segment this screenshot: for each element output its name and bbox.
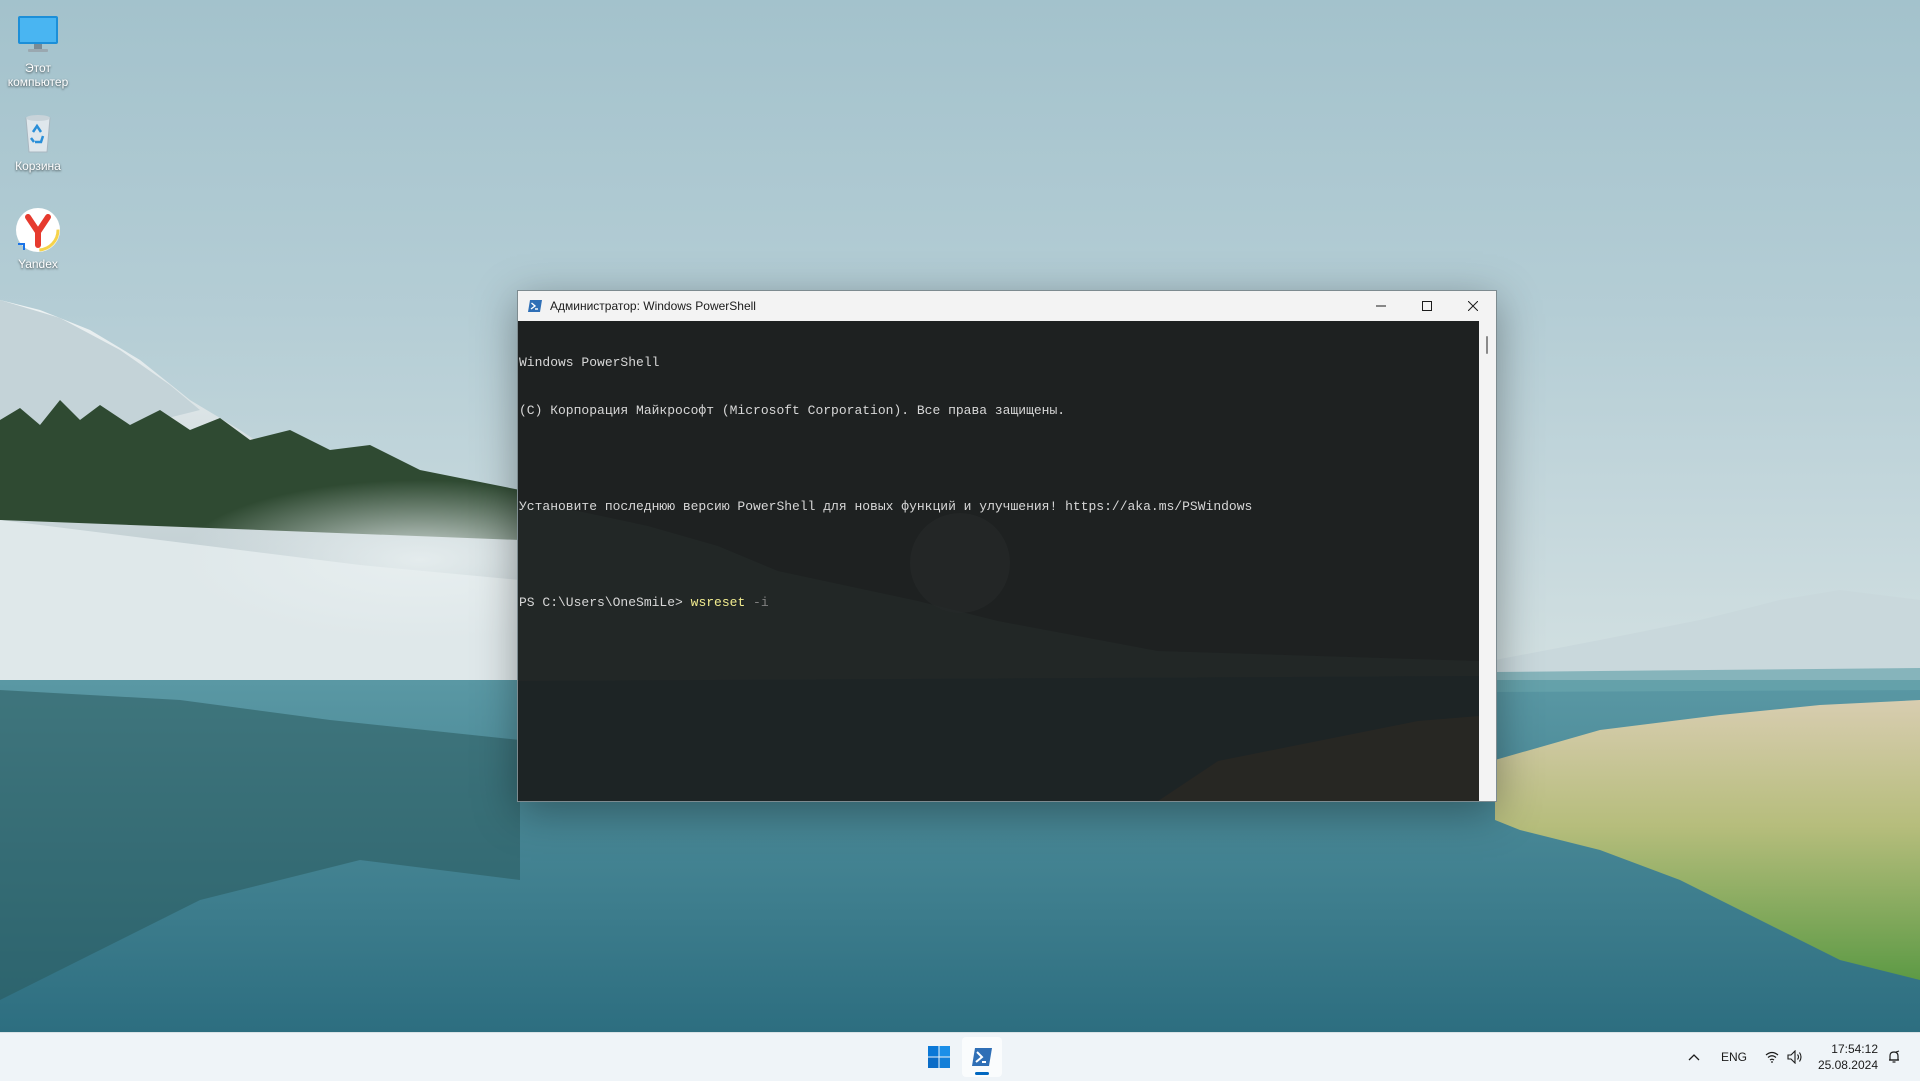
desktop-icon-this-pc[interactable]: Этот компьютер [2,10,74,89]
taskbar-clock[interactable]: 17:54:12 25.08.2024 [1818,1041,1878,1073]
desktop-icon-label: Этот компьютер [7,61,69,89]
desktop-icon-label: Yandex [18,257,58,271]
terminal-area[interactable]: Windows PowerShell (C) Корпорация Майкро… [518,321,1479,801]
close-icon [1468,301,1478,311]
clock-date: 25.08.2024 [1817,1058,1878,1072]
minimize-button[interactable] [1358,291,1404,321]
notification-bell-icon [1889,1050,1900,1063]
desktop-icon-yandex[interactable]: Yandex [2,206,74,271]
desktop-icon-label: Корзина [15,159,61,173]
wifi-button[interactable] [1762,1033,1782,1081]
window-titlebar[interactable]: Администратор: Windows PowerShell [518,291,1496,321]
window-title: Администратор: Windows PowerShell [550,299,756,313]
start-button[interactable] [919,1037,959,1077]
wifi-icon [1765,1051,1779,1063]
desktop-icon-recycle-bin[interactable]: Корзина [2,108,74,173]
active-app-indicator [975,1072,989,1075]
language-indicator[interactable]: ENG [1718,1033,1750,1081]
terminal-line-banner: Windows PowerShell [519,355,660,370]
maximize-icon [1422,301,1432,311]
show-hidden-icons-button[interactable] [1682,1033,1706,1081]
minimize-icon [1376,305,1386,307]
clock-time: 17:54:12 [1831,1042,1878,1056]
terminal-scrollbar[interactable] [1479,321,1496,801]
powershell-window[interactable]: Администратор: Windows PowerShell Window… [517,290,1497,802]
terminal-command: wsreset [690,595,746,610]
maximize-button[interactable] [1404,291,1450,321]
close-button[interactable] [1450,291,1496,321]
terminal-line-copyright: (C) Корпорация Майкрософт (Microsoft Cor… [519,403,1066,418]
terminal-line-update-notice: Установите последнюю версию PowerShell д… [519,499,1253,514]
chevron-up-icon [1688,1054,1700,1061]
taskbar: ENG 17:54:12 25.08.2024 [0,1032,1920,1081]
terminal-prompt-line[interactable]: PS C:\Users\OneSmiLe> wsreset -i [519,595,1252,611]
speaker-icon [1787,1050,1802,1064]
notifications-button[interactable] [1884,1033,1904,1081]
taskbar-powershell-button[interactable] [962,1037,1002,1077]
volume-button[interactable] [1784,1033,1806,1081]
powershell-icon [972,1048,992,1066]
yandex-browser-icon [14,206,62,254]
scrollbar-thumb[interactable] [1486,336,1488,354]
monitor-icon [14,10,62,58]
recycle-bin-icon [14,108,62,156]
terminal-prompt: PS C:\Users\OneSmiLe> [519,595,691,610]
powershell-icon [528,300,542,312]
windows-start-icon [928,1046,950,1068]
terminal-command-argument: -i [745,595,769,610]
